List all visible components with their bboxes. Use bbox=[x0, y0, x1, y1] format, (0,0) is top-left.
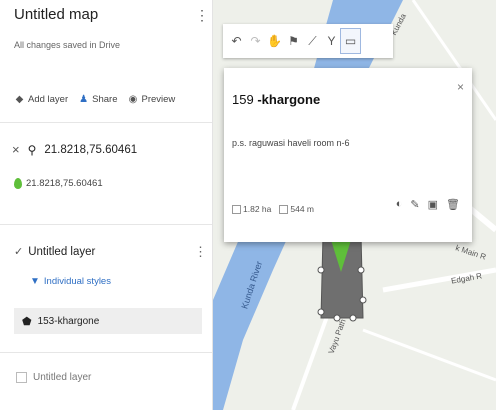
layer-header[interactable]: ✓ Untitled layer bbox=[14, 245, 95, 259]
search-result-item[interactable]: 21.8218,75.60461 bbox=[14, 178, 103, 189]
map-title[interactable]: Untitled map bbox=[14, 6, 98, 23]
paint-roller-icon: ▼ bbox=[30, 276, 40, 287]
popup-title: 159 -khargone bbox=[232, 92, 320, 107]
save-status: All changes saved in Drive bbox=[14, 40, 121, 50]
popup-measurements: 1.82 ha 544 m bbox=[232, 204, 314, 215]
redo-icon[interactable]: ↷ bbox=[246, 29, 265, 53]
hand-icon[interactable]: ✋ bbox=[265, 29, 284, 53]
popup-number: 159 bbox=[232, 92, 254, 107]
layer-2-name[interactable]: Untitled layer bbox=[33, 372, 91, 383]
share-label: Share bbox=[92, 94, 118, 105]
feature-label: 153-khargone bbox=[37, 315, 100, 327]
map-canvas[interactable]: Kunda Kunda River k Main R Edgah R Vayu … bbox=[213, 0, 496, 410]
layers-icon: ◆ bbox=[15, 94, 24, 105]
search-result-label: 21.8218,75.60461 bbox=[26, 178, 103, 189]
share-button[interactable]: ♟ Share bbox=[78, 94, 117, 105]
camera-icon[interactable]: ▣ bbox=[428, 198, 438, 211]
individual-styles-link[interactable]: ▼ Individual styles bbox=[30, 276, 111, 287]
trash-icon[interactable]: 🗑 bbox=[446, 198, 460, 211]
road bbox=[362, 328, 496, 382]
preview-label: Preview bbox=[141, 94, 176, 105]
close-icon[interactable]: × bbox=[457, 80, 464, 94]
preview-button[interactable]: ◉ Preview bbox=[128, 94, 176, 105]
search-result-header: × ⚲ 21.8218,75.60461 bbox=[12, 142, 137, 157]
layer-2-header[interactable]: Untitled layer bbox=[16, 372, 91, 383]
polygon-icon: ⬟ bbox=[22, 315, 32, 328]
popup-tools: ◐ ✎ ▣ 🗑 bbox=[396, 198, 460, 211]
map-pin-icon bbox=[14, 178, 22, 189]
styles-label: Individual styles bbox=[43, 276, 111, 287]
area-stat: 1.82 ha bbox=[232, 204, 272, 215]
feature-item[interactable]: ⬟ 153-khargone bbox=[14, 308, 202, 334]
popup-description: p.s. raguwasi haveli room n-6 bbox=[232, 138, 350, 148]
close-icon[interactable]: × bbox=[12, 142, 20, 157]
feature-info-popup: 159 -khargone × p.s. raguwasi haveli roo… bbox=[224, 68, 472, 242]
layer-options-icon[interactable]: ⋮ bbox=[194, 244, 207, 260]
sidebar: Untitled map ⋮ All changes saved in Driv… bbox=[0, 0, 213, 410]
action-bar: ◆ Add layer ♟ Share ◉ Preview bbox=[14, 94, 176, 105]
divider bbox=[0, 122, 212, 123]
add-person-icon: ♟ bbox=[79, 94, 89, 105]
checkbox-checked-icon[interactable]: ✓ bbox=[14, 245, 23, 258]
area-value: 1.82 ha bbox=[243, 204, 272, 214]
checkbox-unchecked-icon[interactable] bbox=[16, 372, 27, 383]
map-options-icon[interactable]: ⋮ bbox=[195, 6, 209, 24]
layer-name[interactable]: Untitled layer bbox=[28, 246, 95, 258]
map-toolbar: ↶ ↷ ✋ ⚑ ⟋ Y ▭ bbox=[223, 24, 393, 58]
add-layer-label: Add layer bbox=[28, 94, 69, 105]
popup-name: -khargone bbox=[257, 92, 321, 107]
perimeter-value: 544 m bbox=[290, 204, 314, 214]
eye-icon: ◉ bbox=[128, 94, 138, 105]
ruler-icon[interactable]: ▭ bbox=[340, 28, 361, 54]
directions-icon[interactable]: Y bbox=[322, 29, 341, 53]
add-marker-icon[interactable]: ⚑ bbox=[284, 29, 303, 53]
divider bbox=[0, 352, 212, 353]
draw-line-icon[interactable]: ⟋ bbox=[303, 29, 322, 53]
undo-icon[interactable]: ↶ bbox=[227, 29, 246, 53]
paint-bucket-icon[interactable]: ◐ bbox=[396, 198, 403, 211]
area-icon bbox=[232, 205, 241, 215]
search-query: 21.8218,75.60461 bbox=[44, 143, 138, 156]
perimeter-stat: 544 m bbox=[279, 204, 314, 215]
search-icon: ⚲ bbox=[27, 142, 37, 157]
pencil-icon[interactable]: ✎ bbox=[410, 198, 419, 211]
add-layer-button[interactable]: ◆ Add layer bbox=[14, 94, 69, 105]
divider bbox=[0, 224, 212, 225]
perimeter-icon bbox=[279, 205, 289, 215]
